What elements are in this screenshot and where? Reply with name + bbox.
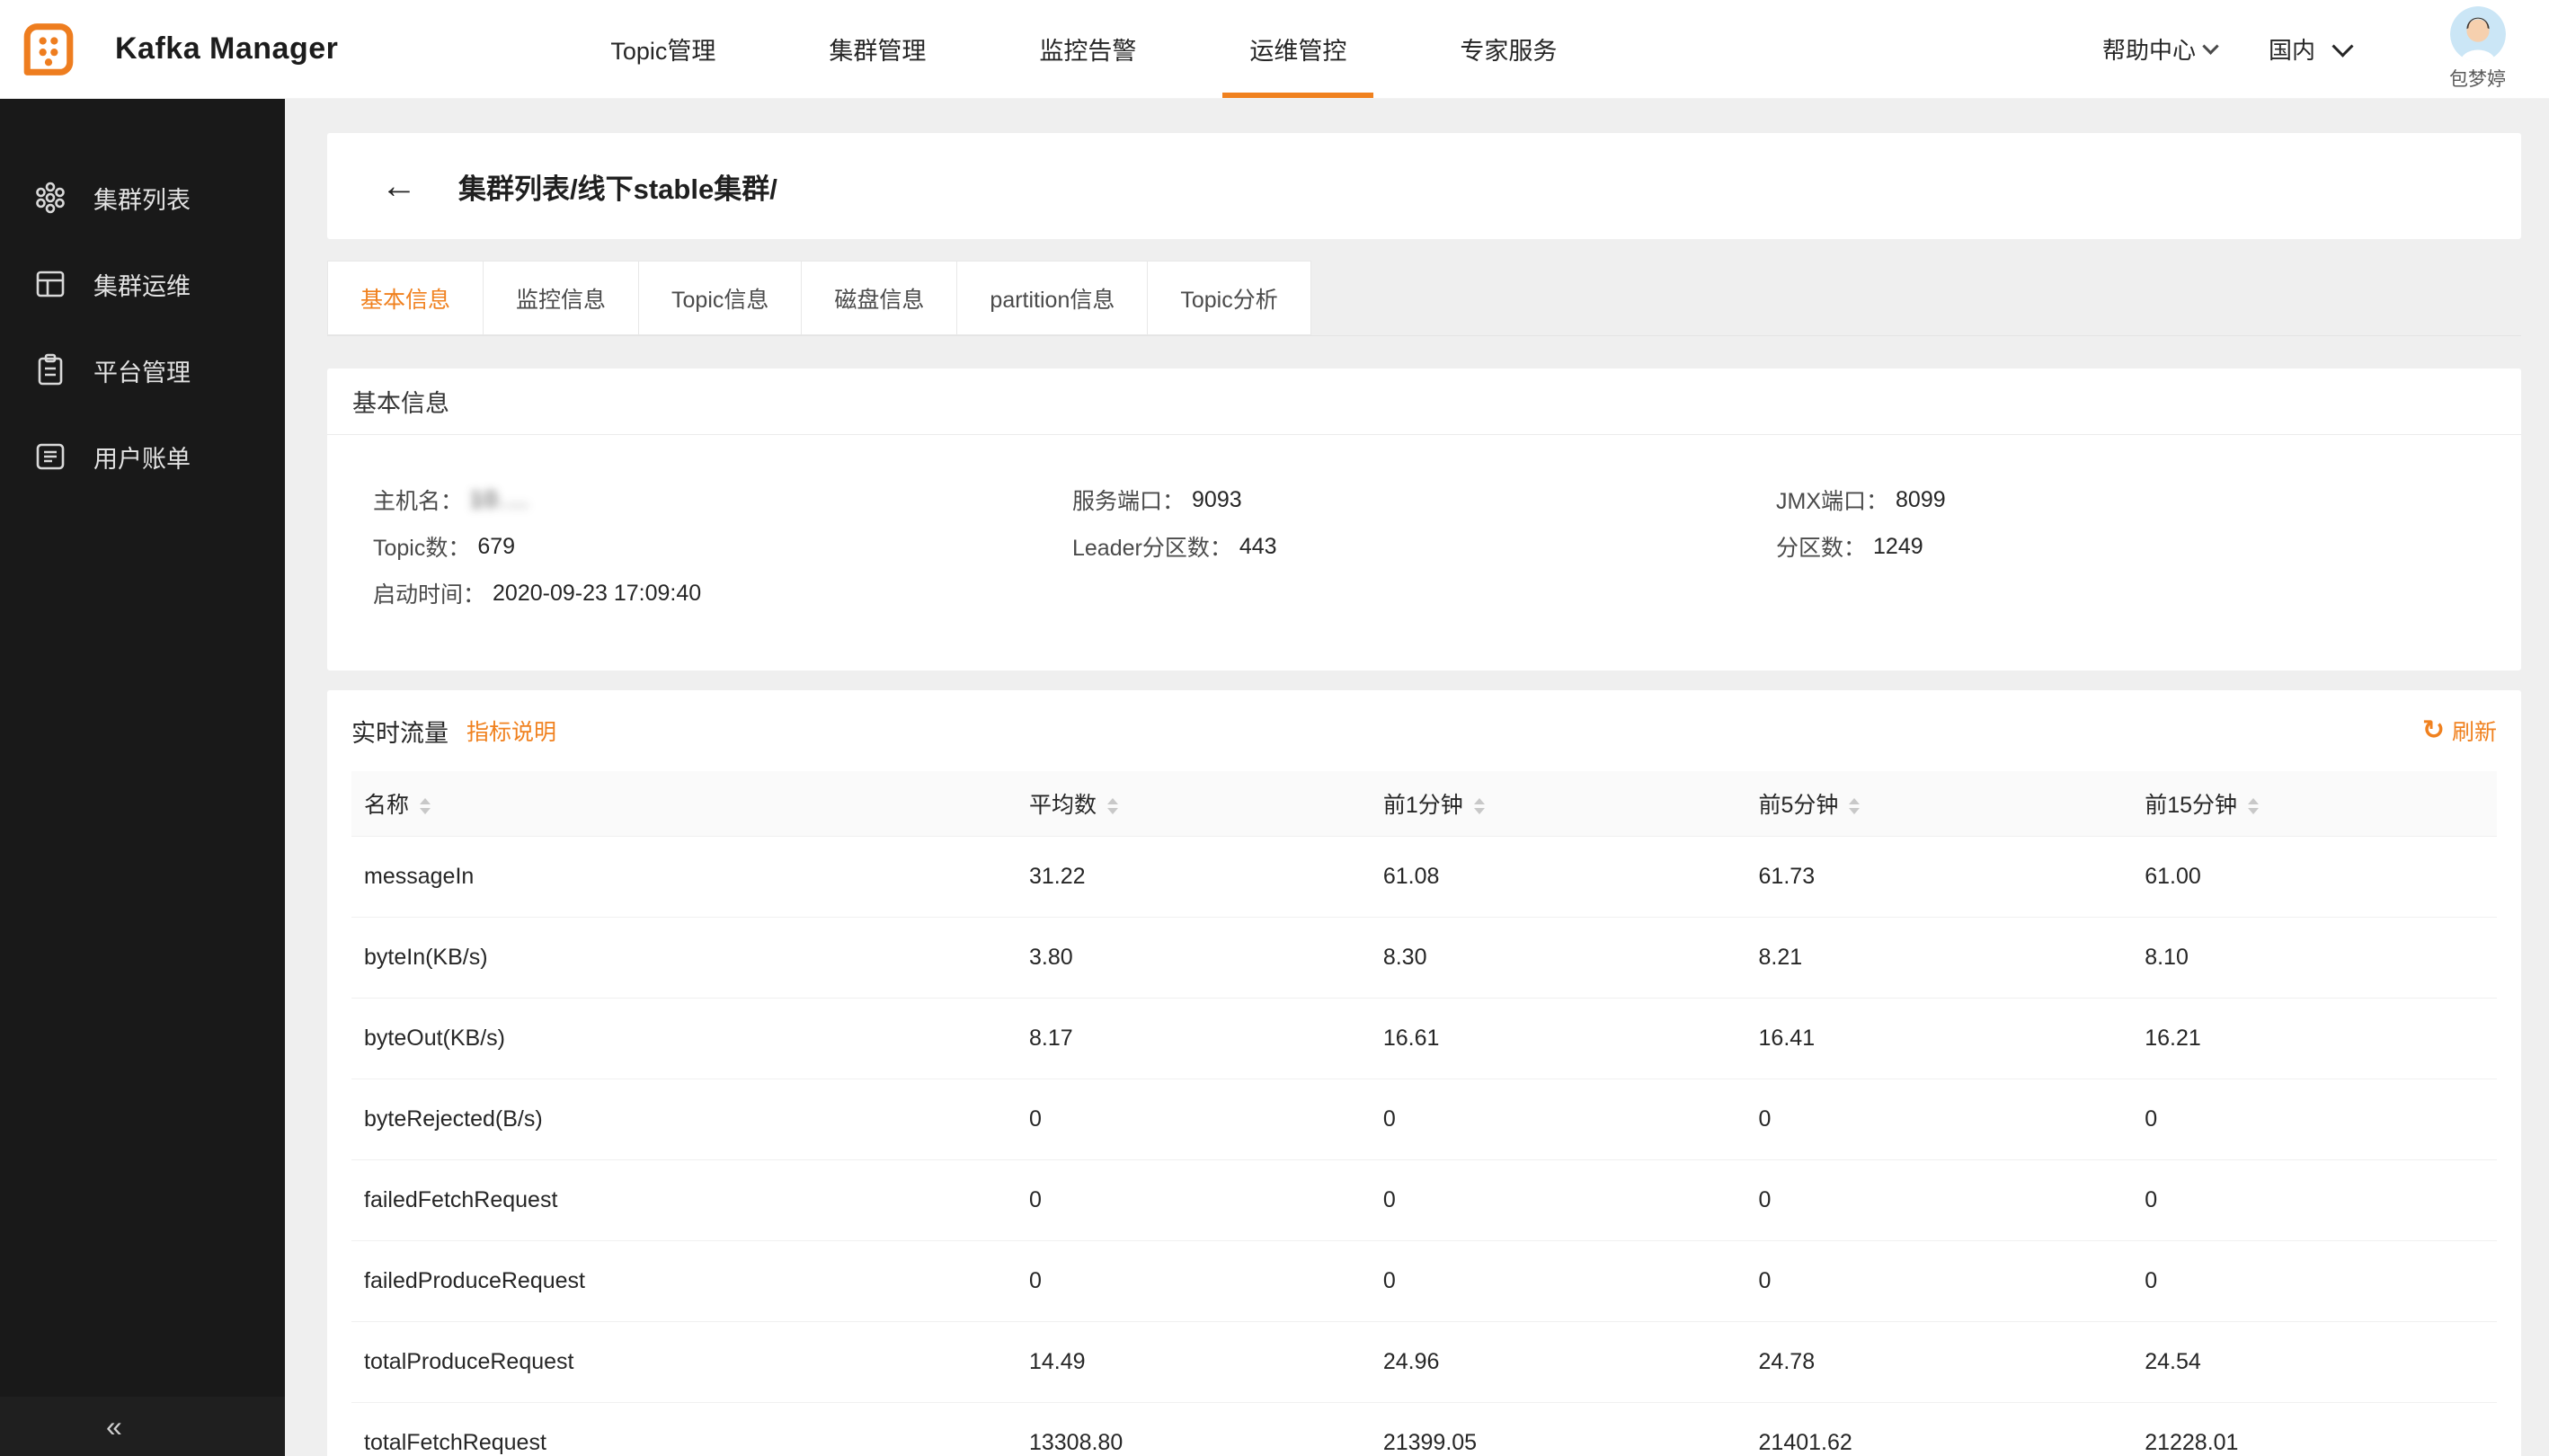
tab-monitor-info[interactable]: 监控信息 xyxy=(484,261,639,335)
sort-control[interactable] xyxy=(1474,798,1485,814)
top-nav: Topic管理 集群管理 监控告警 运维管控 专家服务 xyxy=(554,0,1613,98)
main-content: ← 集群列表/线下stable集群/ 基本信息 监控信息 Topic信息 磁盘信… xyxy=(285,99,2549,1456)
avatar xyxy=(2450,6,2506,62)
sort-control[interactable] xyxy=(2248,798,2259,814)
col-header-name: 名称 xyxy=(351,771,1017,836)
page-title: 集群列表/线下stable集群/ xyxy=(458,166,777,207)
cluster-icon xyxy=(32,179,70,217)
table-row: byteOut(KB/s)8.1716.6116.4116.21 xyxy=(351,998,2497,1079)
tab-disk-info[interactable]: 磁盘信息 xyxy=(802,261,957,335)
sidebar-item-label: 集群运维 xyxy=(93,267,191,302)
nav-expert-service[interactable]: 专家服务 xyxy=(1433,0,1584,98)
table-row: messageIn31.2261.0861.7361.00 xyxy=(351,836,2497,917)
field-jmx-port: JMX端口： 8099 xyxy=(1776,476,2521,523)
field-partitions: 分区数： 1249 xyxy=(1776,523,2521,570)
nav-cluster-management[interactable]: 集群管理 xyxy=(802,0,953,98)
table-row: byteRejected(B/s)0000 xyxy=(351,1079,2497,1159)
col-header-last1min: 前1分钟 xyxy=(1371,771,1746,836)
metrics-table: 名称 平均数 前1分钟 前5分钟 前15分钟 messageIn31.2261.… xyxy=(351,771,2497,1456)
refresh-label: 刷新 xyxy=(2452,715,2497,747)
col-header-last5min: 前5分钟 xyxy=(1746,771,2133,836)
help-center-label: 帮助中心 xyxy=(2102,32,2196,66)
table-row: totalProduceRequest14.4924.9624.7824.54 xyxy=(351,1321,2497,1402)
tab-partition-info[interactable]: partition信息 xyxy=(957,261,1148,335)
table-row: byteIn(KB/s)3.808.308.218.10 xyxy=(351,917,2497,998)
basic-info-fields: 主机名： 10.… 服务端口： 9093 JMX端口： 8099 Topic数：… xyxy=(327,435,2521,670)
help-center-menu[interactable]: 帮助中心 xyxy=(2102,32,2216,66)
hostname-value: 10.… xyxy=(470,487,531,513)
nav-topic-management[interactable]: Topic管理 xyxy=(583,0,742,98)
sort-control[interactable] xyxy=(420,798,431,814)
tab-basic-info[interactable]: 基本信息 xyxy=(327,261,484,335)
field-service-port: 服务端口： 9093 xyxy=(1072,476,1776,523)
table-row: failedFetchRequest0000 xyxy=(351,1159,2497,1240)
table-row: totalFetchRequest13308.8021399.0521401.6… xyxy=(351,1402,2497,1456)
tab-topic-analysis[interactable]: Topic分析 xyxy=(1148,261,1310,335)
breadcrumb-card: ← 集群列表/线下stable集群/ xyxy=(327,133,2521,239)
field-leader-partitions: Leader分区数： 443 xyxy=(1072,523,1776,570)
sidebar-collapse-button[interactable]: « xyxy=(0,1397,285,1456)
field-hostname: 主机名： 10.… xyxy=(373,476,1072,523)
refresh-button[interactable]: ↻ 刷新 xyxy=(2422,715,2497,747)
topbar-right: 帮助中心 国内 包梦婷 xyxy=(2102,6,2522,92)
field-start-time: 启动时间： 2020-09-23 17:09:40 xyxy=(373,570,1072,617)
realtime-traffic-card: 实时流量 指标说明 ↻ 刷新 名称 平均数 前1分钟 前5分钟 前15分钟 xyxy=(327,690,2521,1456)
chevron-down-icon xyxy=(2331,36,2353,58)
sort-control[interactable] xyxy=(1849,798,1860,814)
col-header-last15min: 前15分钟 xyxy=(2132,771,2497,836)
nav-ops-control[interactable]: 运维管控 xyxy=(1222,0,1373,98)
col-header-avg: 平均数 xyxy=(1017,771,1371,836)
app-title: Kafka Manager xyxy=(115,31,338,67)
sidebar-item-user-billing[interactable]: 用户账单 xyxy=(0,413,285,500)
brand: Kafka Manager xyxy=(14,15,338,84)
sidebar-item-cluster-list[interactable]: 集群列表 xyxy=(0,155,285,241)
basic-info-card: 基本信息 主机名： 10.… 服务端口： 9093 JMX端口： 8099 To… xyxy=(327,368,2521,670)
sidebar-item-cluster-ops[interactable]: 集群运维 xyxy=(0,241,285,327)
ops-icon xyxy=(32,265,70,303)
basic-info-title: 基本信息 xyxy=(327,368,2521,435)
user-name: 包梦婷 xyxy=(2449,65,2506,92)
tab-topic-info[interactable]: Topic信息 xyxy=(639,261,802,335)
field-topic-count: Topic数： 679 xyxy=(373,523,1072,570)
region-selector[interactable]: 国内 xyxy=(2269,32,2350,66)
nav-monitor-alert[interactable]: 监控告警 xyxy=(1012,0,1163,98)
chevron-down-icon xyxy=(2202,38,2218,54)
sidebar-item-platform-admin[interactable]: 平台管理 xyxy=(0,327,285,413)
traffic-header: 实时流量 指标说明 ↻ 刷新 xyxy=(351,690,2497,771)
back-button[interactable]: ← xyxy=(381,168,417,204)
billing-icon xyxy=(32,438,70,475)
table-header-row: 名称 平均数 前1分钟 前5分钟 前15分钟 xyxy=(351,771,2497,836)
metrics-help-link[interactable]: 指标说明 xyxy=(466,715,556,747)
user-menu[interactable]: 包梦婷 xyxy=(2449,6,2506,92)
table-row: failedProduceRequest0000 xyxy=(351,1240,2497,1321)
sidebar: 集群列表 集群运维 平台管理 xyxy=(0,99,285,1456)
sort-control[interactable] xyxy=(1107,798,1118,814)
traffic-title: 实时流量 xyxy=(351,714,449,749)
region-label: 国内 xyxy=(2269,32,2315,66)
sidebar-item-label: 用户账单 xyxy=(93,439,191,475)
app-logo-icon xyxy=(14,15,83,84)
tab-bar: 基本信息 监控信息 Topic信息 磁盘信息 partition信息 Topic… xyxy=(327,261,2521,336)
sidebar-item-label: 平台管理 xyxy=(93,353,191,388)
sidebar-item-label: 集群列表 xyxy=(93,181,191,216)
refresh-icon: ↻ xyxy=(2422,717,2445,744)
topbar: Kafka Manager Topic管理 集群管理 监控告警 运维管控 专家服… xyxy=(0,0,2549,99)
platform-icon xyxy=(32,351,70,389)
